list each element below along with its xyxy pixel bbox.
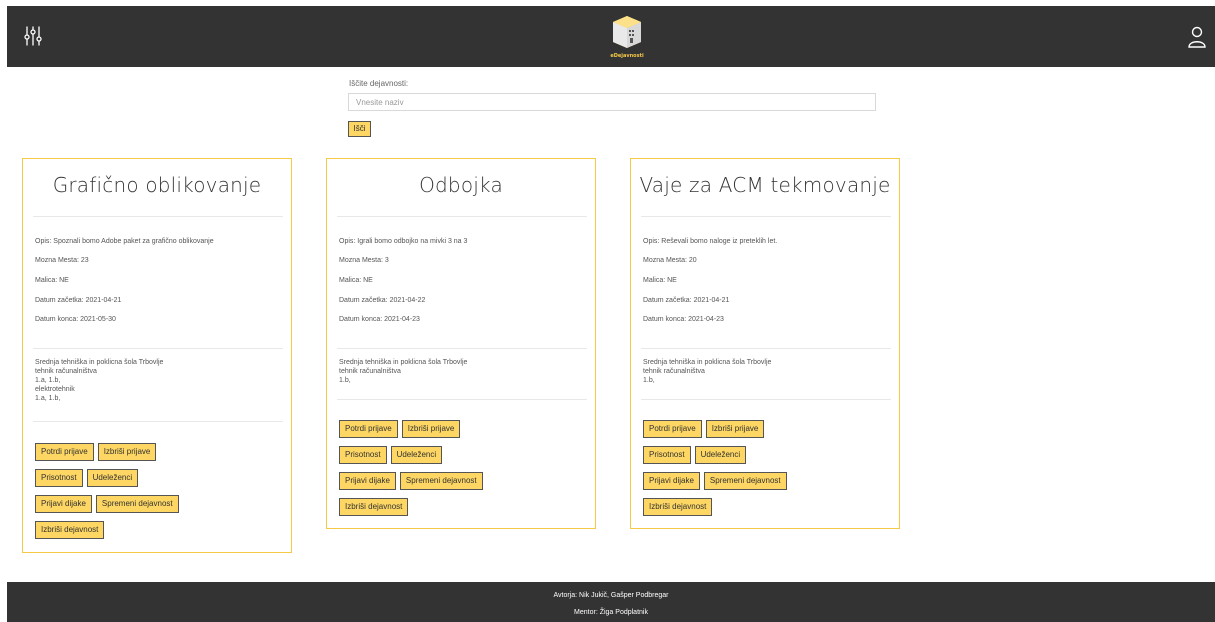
card-school-info: Srednja tehniška in poklicna šola Trbovl…	[339, 358, 467, 385]
activity-card: Vaje za ACM tekmovanje Opis: Reševali bo…	[630, 158, 900, 529]
card-spots: Mozna Mesta: 3	[339, 257, 389, 264]
card-spots: Mozna Mesta: 20	[643, 257, 697, 264]
participants-button[interactable]: Udeleženci	[390, 446, 443, 464]
school-name: Srednja tehniška in poklicna šola Trbovl…	[339, 359, 468, 366]
card-start-date: Datum začetka: 2021-04-21	[35, 297, 122, 304]
card-title: Grafično oblikovanje	[52, 173, 262, 197]
school-name: Srednja tehniška in poklicna šola Trbovl…	[35, 359, 164, 366]
program-classes: 1.a, 1.b,	[35, 395, 61, 402]
card-start-date: Datum začetka: 2021-04-21	[643, 297, 730, 304]
card-actions: Potrdi prijave Izbriši prijave Prisotnos…	[35, 443, 285, 547]
card-end-date: Datum konca: 2021-05-30	[35, 316, 116, 323]
divider	[641, 216, 891, 217]
card-spots: Mozna Mesta: 23	[35, 257, 89, 264]
program-name: tehnik računalništva	[643, 368, 705, 375]
activity-card: Grafično oblikovanje Opis: Spoznali bomo…	[22, 158, 292, 553]
card-school-info: Srednja tehniška in poklicna šola Trbovl…	[643, 358, 771, 385]
card-description: Opis: Igrali bomo odbojko na mivki 3 na …	[339, 238, 468, 245]
card-end-date: Datum konca: 2021-04-23	[339, 316, 420, 323]
card-title: Vaje za ACM tekmovanje	[639, 173, 891, 197]
program-name: elektrotehnik	[35, 386, 75, 393]
card-actions: Potrdi prijave Izbriši prijave Prisotnos…	[643, 420, 893, 524]
edit-activity-button[interactable]: Spremeni dejavnost	[399, 472, 483, 490]
sliders-icon[interactable]	[23, 24, 43, 48]
edit-activity-button[interactable]: Spremeni dejavnost	[95, 495, 179, 513]
confirm-registrations-button[interactable]: Potrdi prijave	[339, 420, 398, 438]
divider	[337, 216, 587, 217]
card-lunch: Malica: NE	[35, 277, 69, 284]
app-logo[interactable]: eDejavnosti	[599, 12, 655, 64]
divider	[33, 216, 283, 217]
card-lunch: Malica: NE	[643, 277, 677, 284]
register-students-button[interactable]: Prijavi dijake	[643, 472, 700, 490]
program-name: tehnik računalništva	[35, 368, 97, 375]
search-input[interactable]	[348, 93, 876, 111]
card-school-info: Srednja tehniška in poklicna šola Trbovl…	[35, 358, 163, 403]
card-description: Opis: Reševali bomo naloge iz preteklih …	[643, 238, 778, 245]
register-students-button[interactable]: Prijavi dijake	[339, 472, 396, 490]
card-lunch: Malica: NE	[339, 277, 373, 284]
divider	[33, 348, 283, 349]
participants-button[interactable]: Udeleženci	[694, 446, 747, 464]
participants-button[interactable]: Udeleženci	[86, 469, 139, 487]
footer-mentor: Mentor: Žiga Podplatnik	[574, 609, 648, 616]
search-button[interactable]: Išči	[348, 121, 371, 137]
school-name: Srednja tehniška in poklicna šola Trbovl…	[643, 359, 772, 366]
attendance-button[interactable]: Prisotnost	[643, 446, 691, 464]
card-title: Odbojka	[419, 173, 503, 197]
confirm-registrations-button[interactable]: Potrdi prijave	[643, 420, 702, 438]
divider	[33, 421, 283, 422]
footer: Avtorja: Nik Jukič, Gašper Podbregar Men…	[7, 582, 1215, 622]
delete-activity-button[interactable]: Izbriši dejavnost	[643, 498, 713, 516]
program-name: tehnik računalništva	[339, 368, 401, 375]
delete-registrations-button[interactable]: Izbriši prijave	[401, 420, 461, 438]
edit-activity-button[interactable]: Spremeni dejavnost	[703, 472, 787, 490]
card-actions: Potrdi prijave Izbriši prijave Prisotnos…	[339, 420, 589, 524]
attendance-button[interactable]: Prisotnost	[339, 446, 387, 464]
delete-registrations-button[interactable]: Izbriši prijave	[705, 420, 765, 438]
delete-registrations-button[interactable]: Izbriši prijave	[97, 443, 157, 461]
delete-activity-button[interactable]: Izbriši dejavnost	[35, 521, 105, 539]
footer-authors: Avtorja: Nik Jukič, Gašper Podbregar	[553, 592, 669, 599]
card-start-date: Datum začetka: 2021-04-22	[339, 297, 426, 304]
program-classes: 1.b,	[339, 377, 351, 384]
top-navbar: eDejavnosti	[7, 6, 1215, 67]
confirm-registrations-button[interactable]: Potrdi prijave	[35, 443, 94, 461]
divider	[337, 399, 587, 400]
delete-activity-button[interactable]: Izbriši dejavnost	[339, 498, 409, 516]
program-classes: 1.b,	[643, 377, 655, 384]
divider	[641, 399, 891, 400]
logo-icon	[613, 16, 641, 48]
divider	[641, 348, 891, 349]
card-end-date: Datum konca: 2021-04-23	[643, 316, 724, 323]
divider	[337, 348, 587, 349]
attendance-button[interactable]: Prisotnost	[35, 469, 83, 487]
search-label: Iščite dejavnosti:	[349, 79, 409, 88]
user-icon[interactable]	[1187, 26, 1207, 48]
card-description: Opis: Spoznali bomo Adobe paket za grafi…	[35, 238, 214, 245]
logo-text: eDejavnosti	[610, 53, 644, 59]
activity-card: Odbojka Opis: Igrali bomo odbojko na miv…	[326, 158, 596, 529]
program-classes: 1.a, 1.b,	[35, 377, 61, 384]
register-students-button[interactable]: Prijavi dijake	[35, 495, 92, 513]
